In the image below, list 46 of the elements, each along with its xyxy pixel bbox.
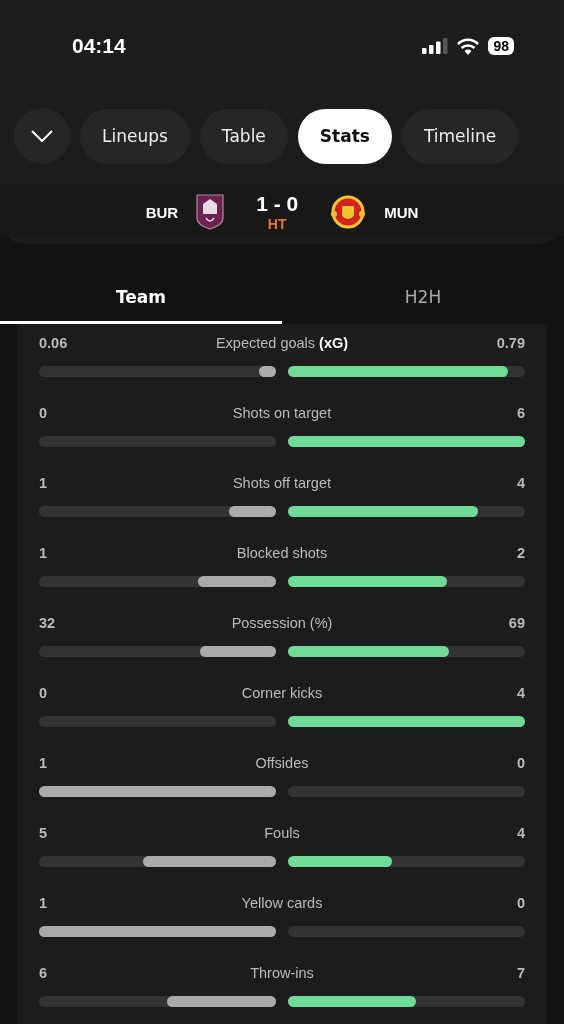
home-value: 5 [39,825,48,841]
stat-name: Offsides [255,755,309,771]
chevron-down-icon [31,130,53,142]
stat-name: Shots off target [232,475,332,491]
nav-tab[interactable]: Lineups [80,108,190,164]
segment-tab[interactable]: H2H [282,272,564,324]
nav-tab[interactable]: Stats [297,108,392,164]
round-crest-icon [330,194,367,230]
wifi-icon [456,37,481,55]
home-value: 0 [39,685,48,701]
match-status: HT [267,216,287,232]
team-abbreviation: BUR [145,203,179,221]
home-value: 0 [39,405,48,421]
shield-crest-icon [196,194,225,230]
battery-indicator: 98 [488,37,514,55]
nav-tab[interactable]: Timeline [401,108,519,164]
away-value: 0 [516,895,525,911]
away-value: 4 [516,825,525,841]
stat-name: Blocked shots [236,545,328,561]
stat-name: Shots on target [232,405,332,421]
home-value: 32 [39,615,56,631]
home-value: 1 [39,475,48,491]
away-value: 4 [516,475,525,491]
nav-tab[interactable]: Table [199,108,288,164]
away-value: 2 [516,545,525,561]
away-value: 0.79 [496,335,525,351]
status-time: 04:14 [72,34,126,58]
match-score: 1 - 0 [256,192,299,216]
stat-name: Possession (%) [231,615,333,631]
away-value: 7 [516,965,525,981]
home-value: 0.06 [39,335,68,351]
away-value: 69 [508,615,525,631]
home-value: 1 [39,755,48,771]
stat-name: Fouls [264,825,300,841]
stat-name: Throw-ins [250,965,314,981]
away-value: 0 [516,755,525,771]
home-value: 1 [39,895,48,911]
home-value: 1 [39,545,48,561]
stat-name: Expected goals (xG) [215,335,349,351]
signal-icon [422,38,449,54]
home-value: 6 [39,965,48,981]
stat-name: Corner kicks [241,685,323,701]
team-abbreviation: MUN [384,203,419,221]
stat-name: Yellow cards [241,895,323,911]
away-value: 4 [516,685,525,701]
away-value: 6 [516,405,525,421]
